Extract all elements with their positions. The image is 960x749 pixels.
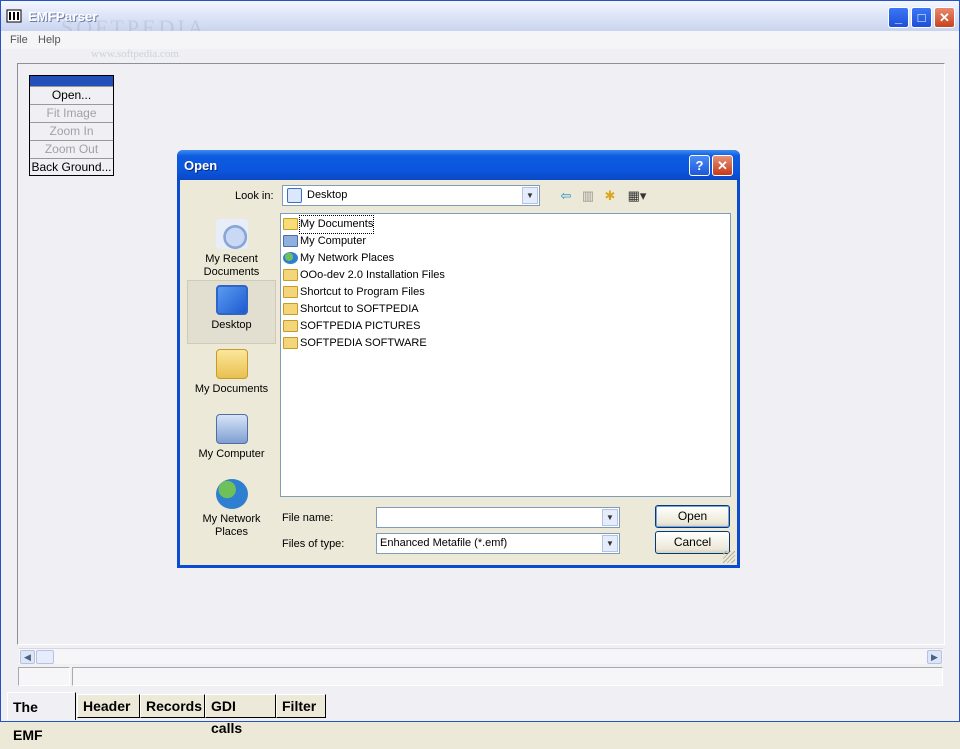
place-my-computer[interactable]: My Computer: [187, 410, 276, 474]
place-label: My Recent Documents: [203, 253, 260, 278]
watermark-url: www.softpedia.com: [91, 48, 179, 60]
new-folder-icon[interactable]: ✱: [601, 188, 619, 204]
title-bar[interactable]: EMFParser SOFTPEDIA _ □ ✕: [1, 1, 959, 40]
back-icon[interactable]: ⇦: [557, 188, 575, 204]
chevron-down-icon[interactable]: ▼: [522, 187, 538, 204]
desktop-icon: [287, 188, 302, 203]
folder-shortcut-icon: [283, 320, 298, 332]
file-name-label: File name:: [282, 512, 334, 524]
folder-shortcut-icon: [283, 303, 298, 315]
minimize-button[interactable]: _: [888, 7, 909, 28]
menu-help[interactable]: Help: [38, 34, 61, 46]
place-label: My Documents: [194, 383, 269, 395]
status-pane-left: [18, 667, 70, 686]
look-in-label: Look in:: [235, 190, 274, 202]
menu-file[interactable]: File: [10, 34, 28, 46]
files-of-type-value: Enhanced Metafile (*.emf): [380, 537, 508, 549]
zoom-in-button[interactable]: Zoom In: [30, 122, 113, 140]
command-panel: Open... Fit Image Zoom In Zoom Out Back …: [29, 75, 114, 176]
horizontal-scrollbar[interactable]: ◀ ▶: [19, 648, 943, 664]
place-my-documents[interactable]: My Documents: [187, 345, 276, 409]
up-folder-icon[interactable]: ▥: [579, 188, 597, 204]
files-of-type-dropdown[interactable]: Enhanced Metafile (*.emf) ▼: [376, 533, 620, 554]
place-my-network-places[interactable]: My Network Places: [187, 475, 276, 539]
look-in-value: Desktop: [307, 189, 348, 201]
network-places-icon: [215, 479, 248, 509]
open-dialog: Open ? ✕ Look in: Desktop ▼ ⇦ ▥ ✱ ▦▾ My …: [177, 150, 740, 568]
chevron-down-icon[interactable]: ▼: [602, 535, 618, 552]
scroll-right-icon[interactable]: ▶: [927, 650, 942, 664]
tab-header[interactable]: Header: [77, 694, 140, 718]
folder-icon: [283, 269, 298, 281]
fit-image-button[interactable]: Fit Image: [30, 104, 113, 122]
my-computer-icon: [283, 235, 298, 247]
zoom-out-button[interactable]: Zoom Out: [30, 140, 113, 158]
background-button[interactable]: Back Ground...: [30, 158, 113, 176]
scroll-thumb[interactable]: [36, 650, 54, 664]
resize-grip[interactable]: [723, 551, 735, 563]
my-documents-icon: [283, 218, 298, 230]
chevron-down-icon[interactable]: ▼: [602, 509, 618, 526]
network-places-icon: [283, 252, 298, 264]
dialog-close-button[interactable]: ✕: [712, 155, 733, 176]
look-in-dropdown[interactable]: Desktop ▼: [282, 185, 540, 206]
files-of-type-label: Files of type:: [282, 538, 345, 550]
folder-shortcut-icon: [283, 337, 298, 349]
place-label: My Network Places: [202, 513, 261, 538]
folder-shortcut-icon: [283, 286, 298, 298]
place-my-recent-documents[interactable]: My Recent Documents: [187, 215, 276, 279]
recent-documents-icon: [215, 219, 248, 249]
desktop-place-icon: [215, 285, 248, 315]
place-label: Desktop: [211, 319, 252, 331]
app-icon: [6, 9, 22, 23]
close-button[interactable]: ✕: [934, 7, 955, 28]
menu-bar: File Help: [1, 31, 959, 49]
help-button[interactable]: ?: [689, 155, 710, 176]
file-list[interactable]: My Documents My Computer My Network Plac…: [280, 213, 731, 497]
open-button[interactable]: Open...: [30, 86, 113, 104]
dialog-title-bar[interactable]: Open ? ✕: [177, 150, 740, 180]
place-desktop[interactable]: Desktop: [187, 280, 276, 344]
dialog-title: Open: [184, 158, 218, 173]
status-pane-main: [72, 667, 943, 686]
my-documents-folder-icon: [215, 349, 248, 379]
scroll-left-icon[interactable]: ◀: [20, 650, 35, 664]
tab-the-emf[interactable]: The EMF: [7, 692, 76, 743]
view-menu-icon[interactable]: ▦▾: [624, 188, 650, 204]
places-bar: My Recent Documents Desktop My Documents…: [187, 213, 276, 543]
status-bar: [1, 665, 959, 687]
tab-filter[interactable]: Filter: [276, 694, 326, 718]
my-computer-icon: [215, 414, 248, 444]
cancel-button[interactable]: Cancel: [655, 531, 730, 554]
file-name-field[interactable]: ▼: [376, 507, 620, 528]
tab-records[interactable]: Records: [140, 694, 205, 718]
place-label: My Computer: [198, 448, 265, 460]
maximize-button[interactable]: □: [911, 7, 932, 28]
tab-gdi-calls[interactable]: GDI calls: [205, 694, 276, 736]
command-panel-header: [30, 76, 113, 86]
open-file-button[interactable]: Open: [655, 505, 730, 528]
